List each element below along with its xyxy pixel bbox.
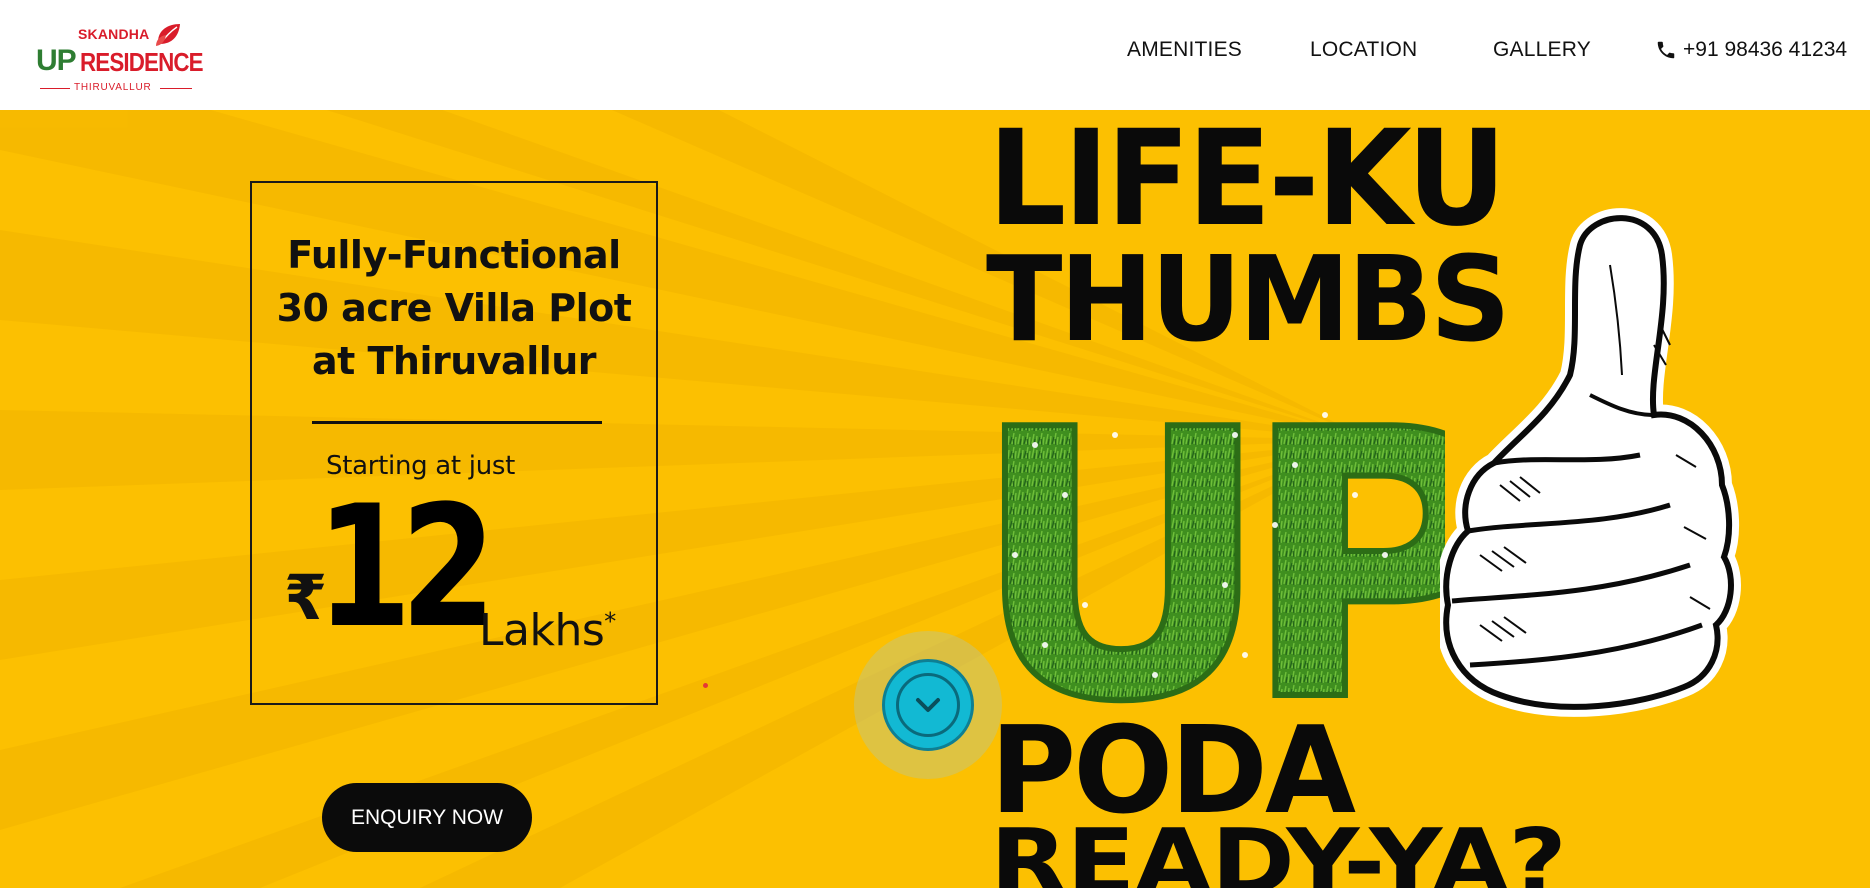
grass-up-letters: UP	[975, 375, 1445, 720]
offer-title-line: at Thiruvallur	[311, 339, 597, 383]
logo-brand-residence: RESIDENCE	[80, 47, 204, 77]
scroll-down-button[interactable]	[882, 659, 974, 751]
phone-link[interactable]: +91 98436 41234	[1655, 38, 1847, 62]
leaf-icon	[156, 24, 180, 46]
offer-unit-asterisk: *	[604, 607, 616, 636]
headline-line-5: READY-YA?	[990, 810, 1567, 888]
site-header: SKANDHA UP RESIDENCE THIRUVALLUR AMENITI…	[0, 0, 1873, 110]
logo-brand-up: UP	[36, 44, 77, 77]
headline-line-2: THUMBS	[986, 230, 1511, 368]
nav-amenities[interactable]: AMENITIES	[1127, 38, 1242, 62]
offer-price-unit: Lakhs*	[479, 605, 616, 656]
logo-brand-top: SKANDHA	[78, 26, 150, 42]
red-dot-decoration	[703, 683, 708, 688]
grass-up-icon: UP	[975, 375, 1445, 720]
offer-card: Fully-Functional 30 acre Villa Plot at T…	[250, 181, 658, 705]
scroll-button-ring	[896, 673, 960, 737]
offer-unit-text: Lakhs	[479, 605, 605, 656]
phone-number: +91 98436 41234	[1683, 38, 1848, 61]
logo-brand-sub: THIRUVALLUR	[74, 82, 152, 93]
site-logo[interactable]: SKANDHA UP RESIDENCE THIRUVALLUR	[36, 22, 204, 98]
offer-divider	[312, 421, 602, 424]
phone-icon	[1657, 41, 1675, 59]
enquiry-now-button[interactable]: ENQUIRY NOW	[322, 783, 532, 852]
hero-banner: Fully-Functional 30 acre Villa Plot at T…	[0, 110, 1870, 888]
logo-rule-right	[160, 88, 192, 89]
thumbs-up-hand-icon	[1440, 208, 1741, 717]
nav-location[interactable]: LOCATION	[1310, 38, 1417, 62]
nav-gallery[interactable]: GALLERY	[1493, 38, 1591, 62]
offer-title-line: 30 acre Villa Plot	[276, 286, 632, 330]
offer-title: Fully-Functional 30 acre Villa Plot at T…	[252, 229, 656, 388]
logo-rule-left	[40, 88, 70, 89]
offer-title-line: Fully-Functional	[287, 233, 621, 277]
offer-price-amount: 12	[316, 469, 496, 665]
chevron-down-icon	[916, 698, 940, 712]
